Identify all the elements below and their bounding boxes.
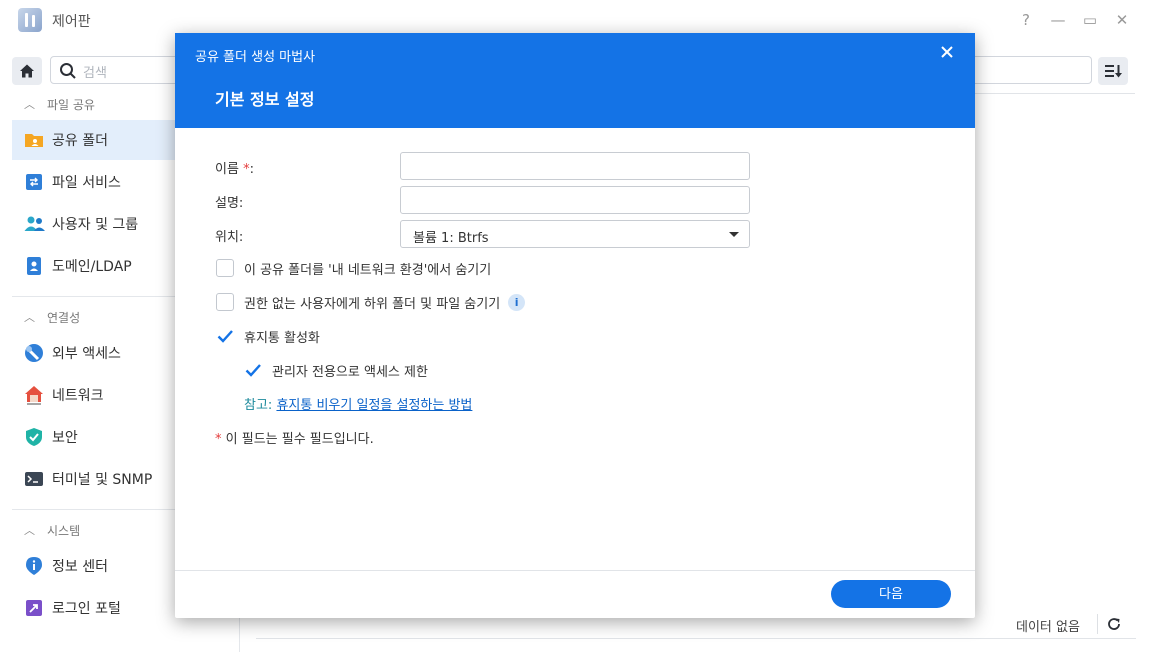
location-label: 위치: (215, 230, 244, 245)
search-icon (60, 63, 76, 79)
info-center-icon (24, 556, 44, 576)
section-system[interactable]: ︿ 시스템 (24, 518, 80, 542)
status-no-data: 데이터 없음 (1016, 620, 1080, 635)
hide-network-option[interactable]: 이 공유 폴더를 '내 네트워크 환경'에서 숨기기 (216, 258, 491, 278)
sort-button[interactable] (1098, 57, 1128, 85)
refresh-icon (1108, 618, 1120, 630)
list-footer-divider (256, 638, 1136, 639)
close-dialog-button[interactable] (938, 43, 956, 61)
minimize-icon[interactable]: — (1048, 10, 1068, 30)
hide-subfolders-option[interactable]: 권한 없는 사용자에게 하위 폴더 및 파일 숨기기 i (216, 292, 526, 312)
domain-ldap-icon (24, 256, 44, 276)
sidebar-item-label: 파일 서비스 (52, 175, 121, 191)
wizard-header: 공유 폴더 생성 마법사 기본 정보 설정 (175, 33, 975, 128)
help-icon[interactable]: ? (1016, 10, 1036, 30)
external-access-icon (24, 343, 44, 363)
control-panel-app-icon (18, 8, 42, 32)
sidebar-item-label: 보안 (52, 430, 78, 446)
users-groups-icon (24, 214, 45, 234)
info-icon[interactable]: i (508, 293, 526, 311)
section-file-sharing[interactable]: ︿ 파일 공유 (24, 92, 95, 116)
checkmark-icon (217, 330, 233, 343)
sidebar-item-label: 네트워크 (52, 388, 104, 404)
hide-subfolders-checkbox[interactable] (216, 293, 234, 311)
create-shared-folder-wizard: 공유 폴더 생성 마법사 기본 정보 설정 이름 *: 설명: 위치: 볼륨 1… (175, 33, 975, 618)
file-services-icon (24, 172, 44, 192)
name-field[interactable] (400, 152, 750, 180)
window-title: 제어판 (52, 14, 91, 30)
shared-folder-icon (24, 130, 44, 150)
required-fields-note: * 이 필드는 필수 필드입니다. (215, 432, 374, 447)
location-select[interactable]: 볼륨 1: Btrfs (400, 220, 750, 248)
sidebar-item-label: 도메인/LDAP (52, 259, 132, 275)
recycle-bin-option[interactable]: 휴지통 활성화 (216, 326, 320, 346)
recycle-bin-schedule-link[interactable]: 휴지통 비우기 일정을 설정하는 방법 (276, 398, 472, 413)
description-label: 설명: (215, 196, 244, 211)
wizard-footer-divider (175, 570, 975, 571)
wizard-step-title: 기본 정보 설정 (215, 90, 315, 109)
close-icon (941, 46, 953, 58)
maximize-icon[interactable]: ▭ (1080, 10, 1100, 30)
network-icon (24, 385, 44, 405)
list-header-divider (975, 93, 1135, 94)
refresh-button[interactable] (1104, 614, 1124, 634)
section-connectivity[interactable]: ︿ 연결성 (24, 305, 80, 329)
sort-icon (1105, 65, 1122, 78)
recycle-bin-checkbox[interactable] (216, 327, 234, 345)
sidebar-item-label: 터미널 및 SNMP (52, 472, 153, 488)
wizard-title: 공유 폴더 생성 마법사 (195, 50, 316, 65)
next-button[interactable]: 다음 (831, 580, 951, 608)
security-shield-icon (24, 427, 44, 447)
search-placeholder: 검색 (83, 66, 107, 81)
location-selected-value: 볼륨 1: Btrfs (413, 231, 489, 246)
close-window-icon[interactable]: ✕ (1112, 10, 1132, 30)
chevron-up-icon: ︿ (24, 524, 35, 537)
sidebar-item-label: 외부 액세스 (52, 346, 121, 362)
chevron-up-icon: ︿ (24, 98, 35, 111)
terminal-icon (24, 469, 44, 489)
login-portal-icon (24, 598, 44, 618)
sidebar-item-label: 정보 센터 (52, 559, 108, 575)
name-label: 이름 *: (215, 162, 254, 177)
sidebar-item-label: 공유 폴더 (52, 133, 108, 149)
recycle-bin-note: 참고: 휴지통 비우기 일정을 설정하는 방법 (244, 398, 473, 413)
sidebar-item-label: 사용자 및 그룹 (52, 217, 139, 233)
admin-only-option[interactable]: 관리자 전용으로 액세스 제한 (244, 360, 428, 380)
home-icon (20, 64, 34, 78)
footer-separator (1097, 614, 1098, 634)
home-button[interactable] (12, 57, 42, 85)
hide-network-checkbox[interactable] (216, 259, 234, 277)
filter-input[interactable] (975, 56, 1092, 84)
dropdown-caret-icon (729, 232, 739, 237)
sidebar-item-label: 로그인 포털 (52, 601, 121, 617)
admin-only-checkbox[interactable] (244, 361, 262, 379)
checkmark-icon (245, 364, 261, 377)
description-field[interactable] (400, 186, 750, 214)
chevron-up-icon: ︿ (24, 311, 35, 324)
